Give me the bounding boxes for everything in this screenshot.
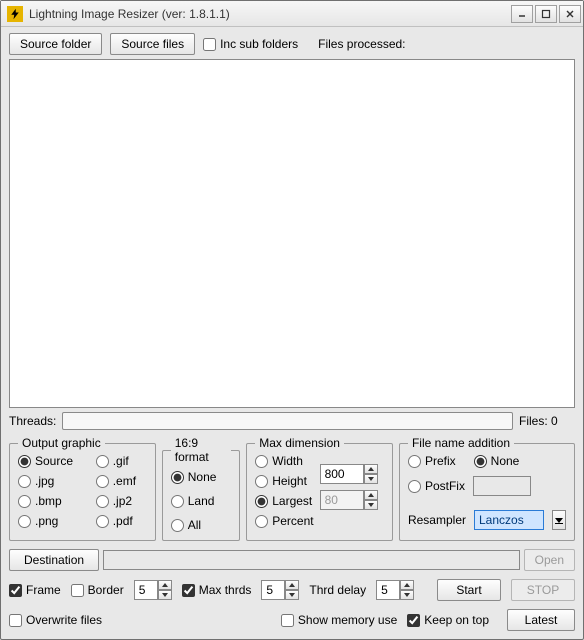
window-title: Lightning Image Resizer (ver: 1.8.1.1) bbox=[29, 7, 511, 21]
max-dim-value2-input[interactable] bbox=[320, 490, 364, 510]
border-checkbox[interactable]: Border bbox=[71, 583, 124, 597]
inc-sub-folders-label: Inc sub folders bbox=[220, 37, 298, 51]
app-window: Lightning Image Resizer (ver: 1.8.1.1) S… bbox=[0, 0, 584, 640]
og-png[interactable]: .png bbox=[18, 514, 84, 528]
f169-none[interactable]: None bbox=[171, 470, 231, 484]
open-button[interactable]: Open bbox=[524, 549, 575, 571]
top-toolbar: Source folder Source files Inc sub folde… bbox=[9, 33, 575, 55]
format169-group: 16:9 format None Land All bbox=[162, 436, 240, 541]
start-button[interactable]: Start bbox=[437, 579, 501, 601]
spin-down-icon[interactable] bbox=[364, 500, 378, 510]
spin-up-icon[interactable] bbox=[364, 464, 378, 474]
thrd-delay-label: Thrd delay bbox=[309, 583, 366, 597]
file-list-area[interactable] bbox=[9, 59, 575, 408]
fn-postfix[interactable]: PostFix bbox=[408, 479, 465, 493]
client-area: Source folder Source files Inc sub folde… bbox=[1, 27, 583, 639]
spin-down-icon[interactable] bbox=[364, 474, 378, 484]
inc-sub-folders-input[interactable] bbox=[203, 38, 216, 51]
og-gif[interactable]: .gif bbox=[96, 454, 147, 468]
threads-label: Threads: bbox=[9, 414, 56, 428]
keep-on-top-checkbox[interactable]: Keep on top bbox=[407, 613, 489, 627]
output-graphic-legend: Output graphic bbox=[18, 436, 105, 450]
destination-button[interactable]: Destination bbox=[9, 549, 99, 571]
border-value-spin[interactable] bbox=[134, 580, 172, 600]
thrd-delay-spin[interactable] bbox=[376, 580, 414, 600]
md-percent[interactable]: Percent bbox=[255, 514, 313, 528]
postfix-input[interactable] bbox=[473, 476, 531, 496]
destination-path-input[interactable] bbox=[103, 550, 520, 570]
bottom-row-2: Overwrite files Show memory use Keep on … bbox=[9, 609, 575, 631]
max-dim-value1-input[interactable] bbox=[320, 464, 364, 484]
fn-none[interactable]: None bbox=[474, 454, 520, 468]
files-processed-label: Files processed: bbox=[318, 37, 405, 51]
titlebar[interactable]: Lightning Image Resizer (ver: 1.8.1.1) bbox=[1, 1, 583, 27]
source-folder-button[interactable]: Source folder bbox=[9, 33, 102, 55]
max-thrds-input[interactable] bbox=[261, 580, 285, 600]
threads-row: Threads: Files: 0 bbox=[9, 412, 575, 430]
format169-legend: 16:9 format bbox=[171, 436, 231, 464]
stop-button[interactable]: STOP bbox=[511, 579, 575, 601]
destination-row: Destination Open bbox=[9, 549, 575, 571]
options-groups: Output graphic Source .gif .jpg .emf .bm… bbox=[9, 436, 575, 541]
latest-button[interactable]: Latest bbox=[507, 609, 575, 631]
minimize-button[interactable] bbox=[511, 5, 533, 23]
og-jpg[interactable]: .jpg bbox=[18, 474, 84, 488]
max-dimension-legend: Max dimension bbox=[255, 436, 344, 450]
inc-sub-folders-checkbox[interactable]: Inc sub folders bbox=[203, 37, 298, 51]
app-icon bbox=[7, 6, 23, 22]
output-graphic-group: Output graphic Source .gif .jpg .emf .bm… bbox=[9, 436, 156, 541]
max-thrds-checkbox[interactable]: Max thrds bbox=[182, 583, 252, 597]
f169-land[interactable]: Land bbox=[171, 494, 231, 508]
md-height[interactable]: Height bbox=[255, 474, 313, 488]
source-files-button[interactable]: Source files bbox=[110, 33, 195, 55]
filename-addition-group: File name addition Prefix None PostFix R… bbox=[399, 436, 575, 541]
show-memory-checkbox[interactable]: Show memory use bbox=[281, 613, 397, 627]
close-button[interactable] bbox=[559, 5, 581, 23]
filename-addition-legend: File name addition bbox=[408, 436, 514, 450]
files-count-label: Files: 0 bbox=[519, 414, 575, 428]
border-value-input[interactable] bbox=[134, 580, 158, 600]
thrd-delay-input[interactable] bbox=[376, 580, 400, 600]
maximize-button[interactable] bbox=[535, 5, 557, 23]
fn-prefix[interactable]: Prefix bbox=[408, 454, 456, 468]
resampler-dropdown-icon[interactable] bbox=[552, 510, 566, 530]
max-dim-value2-spin[interactable] bbox=[320, 490, 378, 510]
spin-up-icon[interactable] bbox=[364, 490, 378, 500]
overwrite-files-checkbox[interactable]: Overwrite files bbox=[9, 613, 102, 627]
md-width[interactable]: Width bbox=[255, 454, 313, 468]
max-thrds-spin[interactable] bbox=[261, 580, 299, 600]
frame-checkbox[interactable]: Frame bbox=[9, 583, 61, 597]
og-bmp[interactable]: .bmp bbox=[18, 494, 84, 508]
max-dimension-group: Max dimension Width Height Largest Perce… bbox=[246, 436, 393, 541]
f169-all[interactable]: All bbox=[171, 518, 231, 532]
og-source[interactable]: Source bbox=[18, 454, 84, 468]
resampler-label: Resampler bbox=[408, 513, 466, 527]
bottom-row-1: Frame Border Max thrds Thrd delay Start … bbox=[9, 579, 575, 601]
resampler-select[interactable]: Lanczos bbox=[474, 510, 544, 530]
progress-bar bbox=[62, 412, 513, 430]
md-largest[interactable]: Largest bbox=[255, 494, 313, 508]
og-pdf[interactable]: .pdf bbox=[96, 514, 147, 528]
og-emf[interactable]: .emf bbox=[96, 474, 147, 488]
og-jp2[interactable]: .jp2 bbox=[96, 494, 147, 508]
max-dim-value1-spin[interactable] bbox=[320, 464, 378, 484]
